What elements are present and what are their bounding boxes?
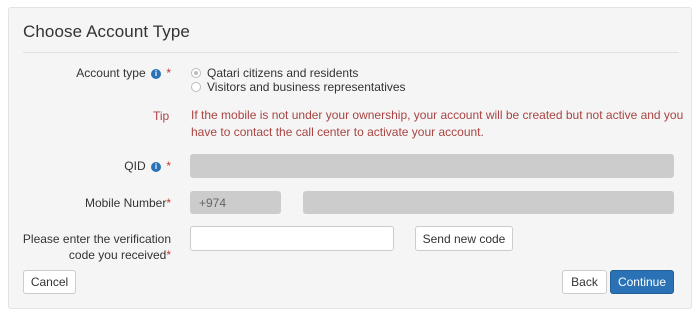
required-mark: *: [166, 66, 171, 80]
account-type-panel: Choose Account Type Account type i * Qat…: [8, 7, 692, 309]
qid-input[interactable]: [190, 154, 674, 178]
tip-text: If the mobile is not under your ownershi…: [191, 107, 686, 141]
account-type-label-group: Account type i *: [19, 66, 171, 80]
tip-text-line-1: If the mobile is not under your ownershi…: [191, 108, 684, 122]
required-mark: *: [166, 159, 171, 173]
verification-label-group: Please enter the verification code you r…: [19, 231, 171, 263]
radio-option-visitors[interactable]: Visitors and business representatives: [191, 80, 406, 94]
verification-code-input[interactable]: [190, 226, 394, 251]
required-mark: *: [166, 248, 171, 262]
tip-label: Tip: [153, 109, 170, 123]
verification-label-line-1: Please enter the verification: [22, 232, 171, 246]
cancel-button[interactable]: Cancel: [23, 270, 76, 294]
info-icon[interactable]: i: [150, 69, 161, 79]
verification-label-line-2: code you received: [68, 248, 167, 262]
continue-button[interactable]: Continue: [610, 270, 674, 294]
panel-title: Choose Account Type: [23, 22, 190, 41]
mobile-label-group: Mobile Number*: [19, 196, 171, 210]
qid-label-group: QID i *: [19, 159, 171, 173]
required-mark: *: [166, 196, 171, 210]
info-icon[interactable]: i: [150, 162, 161, 172]
qid-label: QID: [124, 159, 146, 173]
tip-text-line-2: have to contact the call center to activ…: [191, 125, 484, 139]
radio-button[interactable]: [191, 82, 201, 92]
radio-button[interactable]: [191, 68, 201, 78]
country-code-field[interactable]: +974: [190, 191, 281, 214]
send-new-code-button[interactable]: Send new code: [415, 226, 513, 251]
back-button[interactable]: Back: [562, 270, 607, 294]
mobile-label: Mobile Number: [84, 196, 167, 210]
title-divider: [23, 52, 679, 53]
account-type-label: Account type: [76, 66, 146, 80]
radio-label: Qatari citizens and residents: [207, 66, 359, 80]
radio-label: Visitors and business representatives: [207, 80, 406, 94]
radio-option-qatari[interactable]: Qatari citizens and residents: [191, 66, 358, 80]
mobile-number-input[interactable]: [303, 191, 674, 214]
